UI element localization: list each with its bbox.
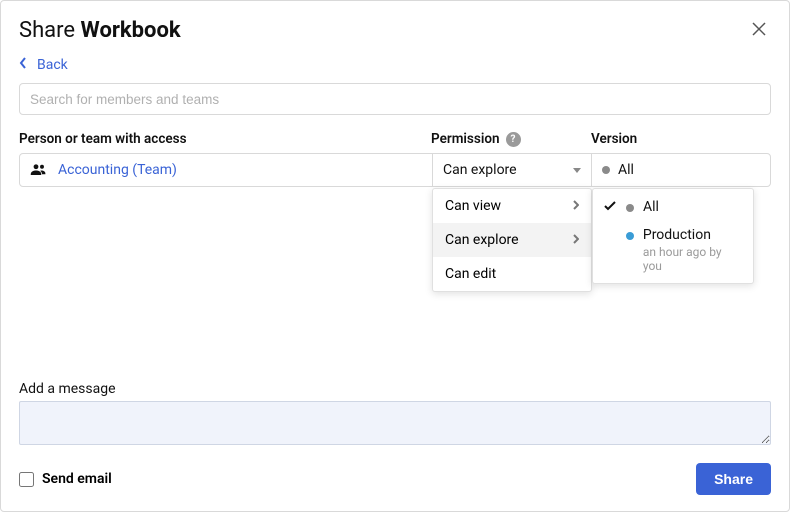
permission-option-can-edit[interactable]: Can edit [433,257,591,291]
footer: Send email Share [19,463,771,495]
version-option-meta: an hour ago by you [643,245,743,273]
version-dot-grey [625,199,635,212]
column-person-header: Person or team with access [19,131,431,147]
title-bold: Workbook [81,18,181,43]
chevron-left-icon [19,57,27,73]
check-icon [603,199,617,211]
send-email-checkbox[interactable]: Send email [19,471,112,487]
help-icon[interactable]: ? [506,132,521,147]
team-name[interactable]: Accounting (Team) [58,162,177,178]
team-icon [30,161,48,180]
title-prefix: Share [19,18,81,43]
permission-dropdown: Can view Can explore Can edit [432,188,592,292]
version-dot-blue [625,227,635,240]
send-email-input[interactable] [19,472,34,487]
caret-down-icon [573,168,581,173]
permission-select[interactable]: Can explore Can view Can explore Can edi [432,154,592,186]
modal-title: Share Workbook [19,18,181,43]
version-selected-label: All [618,162,634,178]
version-option-all[interactable]: All [593,193,753,221]
version-dot-grey [602,166,610,174]
chevron-right-icon [573,232,579,248]
permission-option-can-explore[interactable]: Can explore [433,223,591,257]
share-modal: Share Workbook Back Person or team with … [0,0,790,512]
permission-selected-label: Can explore [443,162,517,178]
back-row: Back [19,54,771,73]
close-button[interactable] [747,17,771,44]
version-option-label: Production [643,227,743,243]
version-cell[interactable]: All [592,154,770,186]
column-version-header: Version [591,131,771,147]
columns-header: Person or team with access Permission ? … [19,131,771,147]
version-option-production[interactable]: Production an hour ago by you [593,221,753,279]
column-permission-label: Permission [431,131,500,147]
cell-person: Accounting (Team) [20,154,432,186]
version-submenu: All Production an hour ago by you [592,188,754,284]
permission-option-label: Can edit [445,266,496,282]
access-row: Accounting (Team) Can explore Can view C… [19,153,771,187]
permission-option-label: Can explore [445,232,519,248]
back-label: Back [37,57,68,73]
version-option-label: All [643,199,659,215]
back-link[interactable]: Back [19,57,68,73]
message-textarea[interactable] [19,401,771,445]
close-icon [751,25,767,40]
share-button[interactable]: Share [696,463,771,495]
message-label: Add a message [19,381,771,397]
send-email-label: Send email [42,471,112,487]
modal-header: Share Workbook [19,17,771,44]
search-input[interactable] [19,83,771,115]
permission-option-label: Can view [445,198,501,214]
chevron-right-icon [573,198,579,214]
column-permission-header: Permission ? [431,131,591,147]
check-placeholder [603,227,617,229]
permission-option-can-view[interactable]: Can view [433,189,591,223]
